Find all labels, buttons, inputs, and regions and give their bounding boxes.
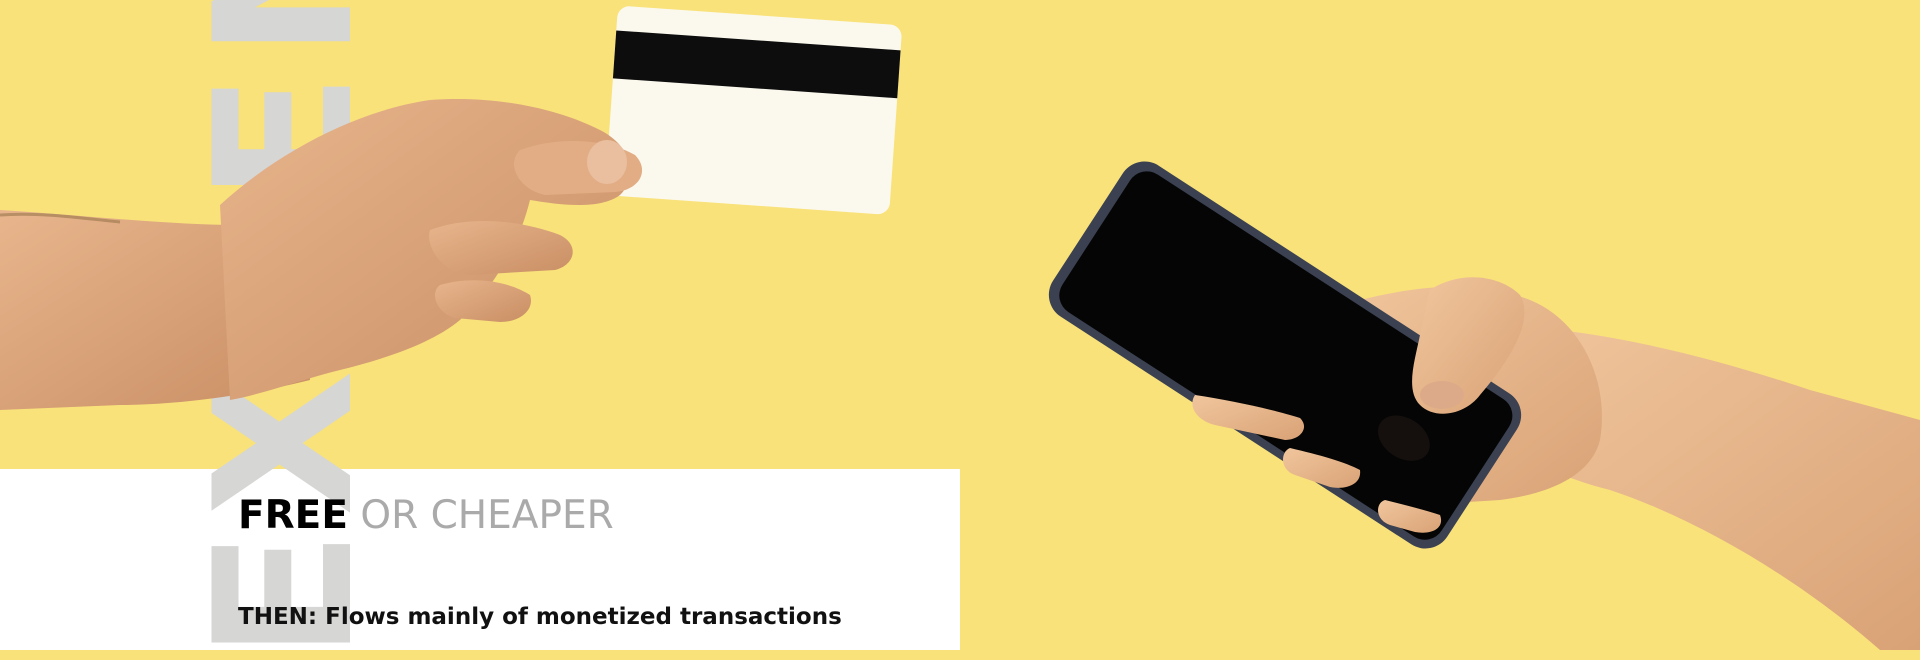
headline-light: OR CHEAPER (360, 493, 614, 538)
hand-with-card-image (0, 6, 902, 410)
hero-scene: EXPENSIVE FREE OR CHEAPER THEN: Flows ma… (0, 0, 1920, 660)
headline: FREE OR CHEAPER (238, 496, 614, 535)
headline-strong: FREE (238, 493, 348, 538)
subline: THEN: Flows mainly of monetized transact… (238, 604, 842, 630)
